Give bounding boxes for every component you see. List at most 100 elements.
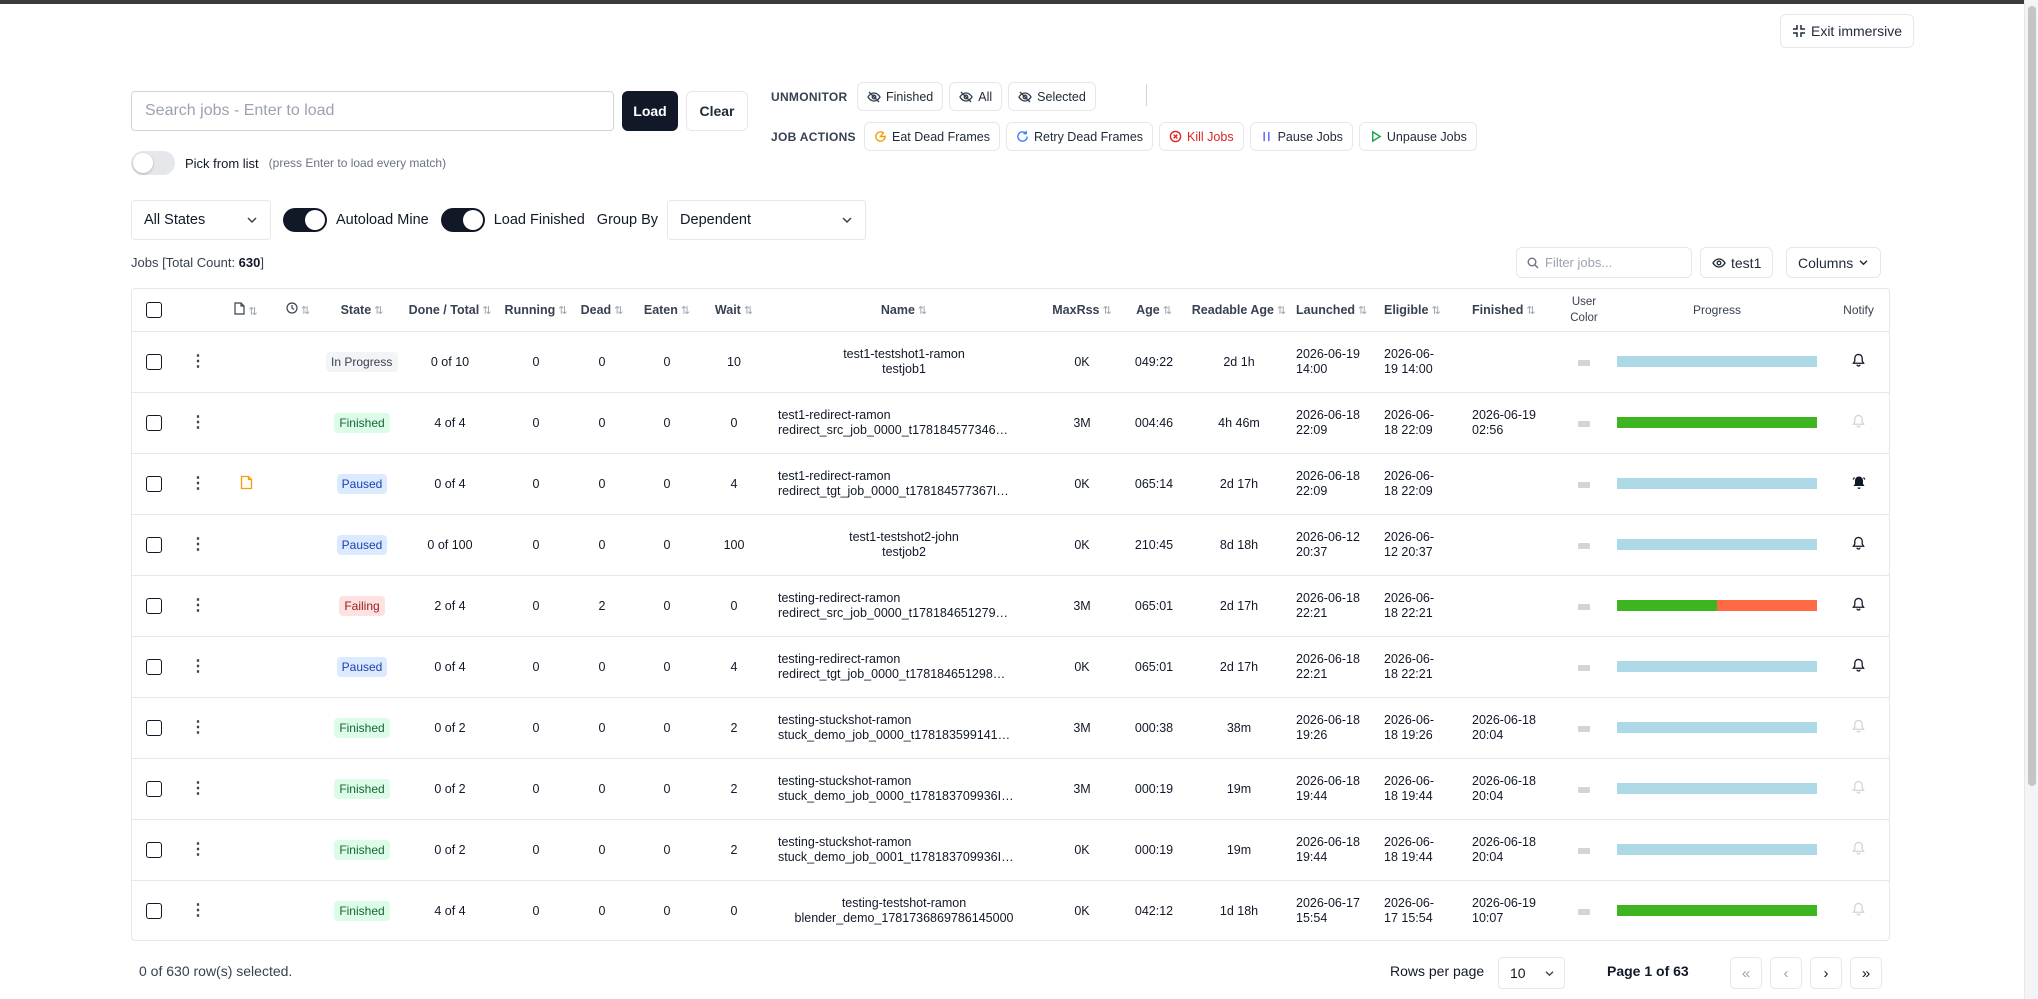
row-actions-cell[interactable]: ⋮ bbox=[176, 819, 220, 880]
pause-jobs-button[interactable]: Pause Jobs bbox=[1249, 122, 1353, 151]
row-select-cell[interactable] bbox=[132, 331, 176, 392]
row-actions-cell[interactable]: ⋮ bbox=[176, 758, 220, 819]
row-select-cell[interactable] bbox=[132, 636, 176, 697]
doc-column-header[interactable]: ⇅ bbox=[220, 289, 272, 331]
table-row[interactable]: ⋮ Paused 0 of 100 0 0 0 100 test1-testshot2-joh… bbox=[132, 514, 1889, 575]
age-header[interactable]: Age ⇅ bbox=[1122, 289, 1186, 331]
more-vertical-icon[interactable]: ⋮ bbox=[190, 475, 206, 491]
table-row[interactable]: ⋮ In Progress 0 of 10 0 0 0 10 test1-testshot1-… bbox=[132, 331, 1889, 392]
notify-cell[interactable] bbox=[1826, 819, 1889, 880]
done-total-header[interactable]: Done / Total ⇅ bbox=[400, 289, 500, 331]
table-row[interactable]: ⋮ Paused 0 of 4 0 0 0 4 testing-redirect-ramon r… bbox=[132, 636, 1889, 697]
row-select-cell[interactable] bbox=[132, 880, 176, 940]
clear-button[interactable]: Clear bbox=[686, 91, 748, 131]
bell-icon[interactable] bbox=[1852, 780, 1865, 797]
more-vertical-icon[interactable]: ⋮ bbox=[190, 841, 206, 857]
running-header[interactable]: Running ⇅ bbox=[500, 289, 572, 331]
row-checkbox[interactable] bbox=[146, 475, 162, 492]
table-row[interactable]: ⋮ Failing 2 of 4 0 2 0 0 testing-redirect-ramon… bbox=[132, 575, 1889, 636]
job-name-cell[interactable]: test1-redirect-ramon redirect_tgt_job_000… bbox=[766, 453, 1042, 514]
maxrss-header[interactable]: MaxRss ⇅ bbox=[1042, 289, 1122, 331]
notify-cell[interactable] bbox=[1826, 758, 1889, 819]
row-actions-cell[interactable]: ⋮ bbox=[176, 575, 220, 636]
row-select-cell[interactable] bbox=[132, 392, 176, 453]
job-name-cell[interactable]: testing-redirect-ramon redirect_src_job_0… bbox=[766, 575, 1042, 636]
row-checkbox[interactable] bbox=[146, 719, 162, 736]
retry-dead-frames-button[interactable]: Retry Dead Frames bbox=[1005, 122, 1154, 151]
eat-dead-frames-button[interactable]: Eat Dead Frames bbox=[864, 122, 1000, 151]
more-vertical-icon[interactable]: ⋮ bbox=[190, 536, 206, 552]
more-vertical-icon[interactable]: ⋮ bbox=[190, 414, 206, 430]
notify-cell[interactable] bbox=[1826, 392, 1889, 453]
readable-age-header[interactable]: Readable Age ⇅ bbox=[1186, 289, 1292, 331]
wait-header[interactable]: Wait ⇅ bbox=[702, 289, 766, 331]
row-checkbox[interactable] bbox=[146, 597, 162, 614]
bell-icon[interactable] bbox=[1852, 903, 1865, 919]
first-page-button[interactable]: « bbox=[1730, 957, 1762, 989]
state-filter-select[interactable]: All States bbox=[131, 200, 271, 240]
row-select-cell[interactable] bbox=[132, 575, 176, 636]
row-select-cell[interactable] bbox=[132, 758, 176, 819]
unpause-jobs-button[interactable]: Unpause Jobs bbox=[1358, 122, 1477, 151]
row-actions-cell[interactable]: ⋮ bbox=[176, 514, 220, 575]
job-name-cell[interactable]: testing-stuckshot-ramon stuck_demo_job_00… bbox=[766, 697, 1042, 758]
notify-cell[interactable] bbox=[1826, 697, 1889, 758]
table-row[interactable]: ⋮ Finished 4 of 4 0 0 0 0 testing-testshot-ramo… bbox=[132, 880, 1889, 940]
more-vertical-icon[interactable]: ⋮ bbox=[190, 719, 206, 735]
job-name-cell[interactable]: testing-redirect-ramon redirect_tgt_job_0… bbox=[766, 636, 1042, 697]
row-actions-cell[interactable]: ⋮ bbox=[176, 331, 220, 392]
table-row[interactable]: ⋮ Finished 4 of 4 0 0 0 0 test1-redirect-ramon r… bbox=[132, 392, 1889, 453]
job-name-cell[interactable]: test1-redirect-ramon redirect_src_job_000… bbox=[766, 392, 1042, 453]
load-button[interactable]: Load bbox=[622, 91, 678, 131]
notify-cell[interactable] bbox=[1826, 453, 1889, 514]
job-name-cell[interactable]: testing-stuckshot-ramon stuck_demo_job_00… bbox=[766, 819, 1042, 880]
columns-button[interactable]: Columns bbox=[1786, 247, 1882, 278]
notify-cell[interactable] bbox=[1826, 331, 1889, 392]
select-all-header[interactable] bbox=[132, 289, 176, 331]
exit-immersive-button[interactable]: Exit immersive bbox=[1779, 14, 1914, 48]
row-actions-cell[interactable]: ⋮ bbox=[176, 880, 220, 940]
more-vertical-icon[interactable]: ⋮ bbox=[190, 658, 206, 674]
row-checkbox[interactable] bbox=[146, 353, 162, 370]
user-filter-button[interactable]: test1 bbox=[1700, 247, 1774, 278]
eaten-header[interactable]: Eaten ⇅ bbox=[632, 289, 702, 331]
launched-header[interactable]: Launched ⇅ bbox=[1292, 289, 1380, 331]
unmonitor-all-button[interactable]: All bbox=[949, 82, 1003, 111]
bell-icon[interactable] bbox=[1852, 414, 1865, 431]
row-actions-cell[interactable]: ⋮ bbox=[176, 636, 220, 697]
unmonitor-finished-button[interactable]: Finished bbox=[857, 82, 944, 111]
search-jobs-input[interactable] bbox=[131, 91, 614, 131]
bell-icon[interactable] bbox=[1852, 597, 1865, 614]
row-checkbox[interactable] bbox=[146, 841, 162, 858]
time-column-header[interactable]: ⇅ bbox=[272, 289, 324, 331]
more-vertical-icon[interactable]: ⋮ bbox=[190, 780, 206, 796]
row-select-cell[interactable] bbox=[132, 514, 176, 575]
notify-cell[interactable] bbox=[1826, 636, 1889, 697]
more-vertical-icon[interactable]: ⋮ bbox=[190, 597, 206, 613]
table-row[interactable]: ⋮ Finished 0 of 2 0 0 0 2 testing-stuckshot-ram… bbox=[132, 819, 1889, 880]
last-page-button[interactable]: » bbox=[1850, 957, 1882, 989]
notify-cell[interactable] bbox=[1826, 514, 1889, 575]
row-actions-cell[interactable]: ⋮ bbox=[176, 392, 220, 453]
load-finished-toggle[interactable] bbox=[440, 208, 485, 232]
row-actions-cell[interactable]: ⋮ bbox=[176, 453, 220, 514]
row-checkbox[interactable] bbox=[146, 902, 162, 919]
job-name-cell[interactable]: testing-testshot-ramon blender_demo_17817… bbox=[766, 880, 1042, 940]
bell-icon[interactable] bbox=[1852, 658, 1865, 675]
eligible-header[interactable]: Eligible ⇅ bbox=[1380, 289, 1468, 331]
job-name-cell[interactable]: test1-testshot1-ramon testjob1 bbox=[766, 331, 1042, 392]
job-name-cell[interactable]: test1-testshot2-john testjob2 bbox=[766, 514, 1042, 575]
table-row[interactable]: ⋮ Finished 0 of 2 0 0 0 2 testing-stuckshot-ram… bbox=[132, 758, 1889, 819]
next-page-button[interactable]: › bbox=[1810, 957, 1842, 989]
page-scrollbar[interactable] bbox=[2024, 0, 2038, 999]
row-checkbox[interactable] bbox=[146, 536, 162, 553]
file-icon[interactable] bbox=[240, 475, 253, 490]
job-name-cell[interactable]: testing-stuckshot-ramon stuck_demo_job_00… bbox=[766, 758, 1042, 819]
row-select-cell[interactable] bbox=[132, 819, 176, 880]
row-checkbox[interactable] bbox=[146, 658, 162, 675]
bell-icon[interactable] bbox=[1852, 536, 1865, 553]
select-all-checkbox[interactable] bbox=[146, 301, 162, 318]
row-select-cell[interactable] bbox=[132, 697, 176, 758]
row-actions-cell[interactable]: ⋮ bbox=[176, 697, 220, 758]
table-row[interactable]: ⋮ Paused 0 of 4 0 0 0 4 test1-redirect-ramon red… bbox=[132, 453, 1889, 514]
